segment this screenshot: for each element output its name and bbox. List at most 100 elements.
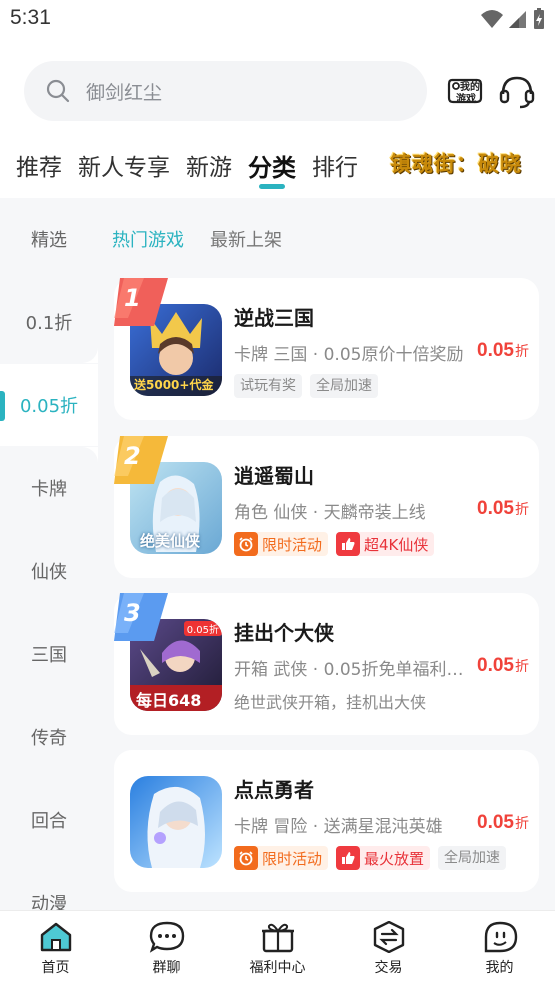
tag-list: 限时活动 最火放置 全局加速 [234, 846, 507, 870]
gift-icon [261, 923, 294, 953]
price-value: 0.05 [477, 498, 514, 519]
game-tagline: 绝世武侠开箱，挂机出大侠 [234, 693, 427, 712]
category-sidebar: 精选 0.1折 0.05折 卡牌 仙侠 三国 传奇 回合 动漫 [0, 198, 98, 910]
tag-label: 限时活动 [262, 535, 323, 554]
tab-new-games[interactable]: 新游 [186, 146, 232, 182]
sidebar-item-turn-based[interactable]: 回合 [0, 779, 98, 861]
rank-badge-icon [114, 436, 168, 484]
cover-caption: 送5000+代金 [134, 378, 214, 392]
subtab-hot-games[interactable]: 热门游戏 [112, 226, 184, 252]
game-card[interactable]: 每日648 0.05折 3 挂出个大侠 开箱 武侠 · 0.05折免单福利送不停… [114, 593, 539, 735]
tag-list: 试玩有奖 全局加速 [234, 374, 378, 398]
tab-recommend[interactable]: 推荐 [16, 146, 62, 182]
game-title: 点点勇者 [234, 778, 314, 802]
nav-label: 群聊 [152, 960, 181, 976]
tag-label: 最火放置 [364, 849, 425, 868]
discount-price: 0.05折 [477, 812, 529, 834]
rank-number: 2 [124, 442, 141, 470]
my-games-button[interactable]: 我的 游戏 [446, 72, 484, 110]
sidebar-item-label: 0.05折 [19, 396, 79, 417]
headset-icon [499, 76, 535, 109]
wifi-icon [481, 10, 503, 28]
nav-trade[interactable]: 交易 [333, 911, 444, 986]
thumb-icon [336, 846, 361, 870]
game-description: 卡牌 冒险 · 送满星混沌英雄 [234, 817, 443, 837]
tag-limited-event: 限时活动 [234, 846, 329, 870]
game-cover [130, 776, 222, 868]
price-value: 0.05 [477, 655, 514, 676]
sidebar-item-label: 精选 [31, 230, 67, 251]
status-bar: 5:31 [0, 0, 555, 40]
game-title: 逆战三国 [234, 306, 314, 330]
discount-price: 0.05折 [477, 498, 529, 520]
status-time: 5:31 [10, 6, 51, 29]
sidebar-item-label: 回合 [31, 811, 67, 832]
alarm-icon [234, 846, 258, 870]
game-description: 卡牌 三国 · 0.05原价十倍奖励 [234, 345, 464, 365]
nav-label: 我的 [485, 960, 514, 976]
chat-icon [149, 921, 184, 953]
sidebar-item-three-kingdoms[interactable]: 三国 [0, 613, 98, 695]
thumb-icon [336, 532, 361, 556]
sidebar-item-label: 传奇 [31, 728, 67, 749]
price-unit: 折 [515, 501, 529, 517]
sidebar-item-label: 卡牌 [31, 479, 67, 500]
tab-ranking[interactable]: 排行 [312, 146, 358, 182]
rank-badge-icon [114, 278, 168, 326]
subtabs: 热门游戏 最新上架 [112, 226, 282, 252]
customer-service-button[interactable] [498, 74, 536, 110]
nav-label: 福利中心 [249, 960, 306, 976]
sidebar-item-0-05-discount[interactable]: 0.05折 [0, 364, 98, 446]
price-value: 0.05 [477, 812, 514, 833]
sidebar-item-label: 动漫 [31, 894, 67, 910]
sidebar-item-anime[interactable]: 动漫 [0, 862, 98, 910]
tag-global-accel: 全局加速 [310, 374, 378, 398]
tab-category[interactable]: 分类 [248, 146, 296, 183]
cover-caption: 绝美仙侠 [140, 532, 201, 550]
profile-icon [484, 921, 517, 953]
price-unit: 折 [515, 343, 529, 359]
top-tabs: 推荐 新人专享 新游 分类 排行 [16, 146, 374, 196]
home-icon [40, 922, 71, 952]
sidebar-item-card[interactable]: 卡牌 [0, 447, 98, 529]
subtab-new-arrivals[interactable]: 最新上架 [210, 226, 282, 252]
cover-caption: 每日648 [136, 691, 202, 710]
search-input[interactable]: 御剑红尘 [24, 61, 427, 121]
price-unit: 折 [515, 815, 529, 831]
sidebar-item-xianxia[interactable]: 仙侠 [0, 530, 98, 612]
tag-limited-event: 限时活动 [234, 532, 329, 556]
rank-number: 1 [124, 284, 141, 312]
nav-home[interactable]: 首页 [0, 911, 111, 986]
rank-badge-icon [114, 593, 168, 641]
my-games-label-bottom: 游戏 [456, 94, 476, 105]
rank-number: 3 [124, 599, 141, 627]
game-card[interactable]: 点点勇者 卡牌 冒险 · 送满星混沌英雄 0.05折 限时活动 最火放置 全局加… [114, 750, 539, 892]
tab-newcomer[interactable]: 新人专享 [78, 146, 170, 182]
nav-group-chat[interactable]: 群聊 [111, 911, 222, 986]
nav-profile[interactable]: 我的 [444, 911, 555, 986]
discount-price: 0.05折 [477, 340, 529, 362]
price-unit: 折 [515, 658, 529, 674]
game-list-panel: 热门游戏 最新上架 送5000+代金 1 逆战三国 卡牌 三国 · 0.05原价… [98, 198, 555, 910]
nav-label: 交易 [374, 960, 403, 976]
sidebar-item-legend[interactable]: 传奇 [0, 696, 98, 778]
price-value: 0.05 [477, 340, 514, 361]
game-description: 开箱 武侠 · 0.05折免单福利送不停 [234, 660, 472, 680]
discount-price: 0.05折 [477, 655, 529, 677]
tag-feature: 最火放置 [336, 846, 431, 870]
battery-icon [534, 8, 544, 29]
tag-label: 超4K仙侠 [364, 535, 429, 554]
sidebar-item-label: 三国 [31, 645, 67, 666]
promo-tab[interactable]: 镇魂街：破晓 [390, 148, 522, 178]
tag-trial-reward: 试玩有奖 [234, 374, 302, 398]
tag-label: 限时活动 [262, 849, 323, 868]
cover-badge: 0.05折 [183, 621, 222, 636]
alarm-icon [234, 532, 258, 556]
sidebar-item-0-1-discount[interactable]: 0.1折 [0, 281, 98, 363]
game-card[interactable]: 送5000+代金 1 逆战三国 卡牌 三国 · 0.05原价十倍奖励 0.05折… [114, 278, 539, 420]
nav-label: 首页 [41, 960, 70, 976]
game-card[interactable]: 绝美仙侠 2 逍遥蜀山 角色 仙侠 · 天麟帝装上线 0.05折 限时活动 超4… [114, 436, 539, 578]
nav-welfare-center[interactable]: 福利中心 [222, 911, 333, 986]
game-title: 挂出个大侠 [234, 621, 334, 645]
sidebar-item-featured[interactable]: 精选 [0, 198, 98, 280]
